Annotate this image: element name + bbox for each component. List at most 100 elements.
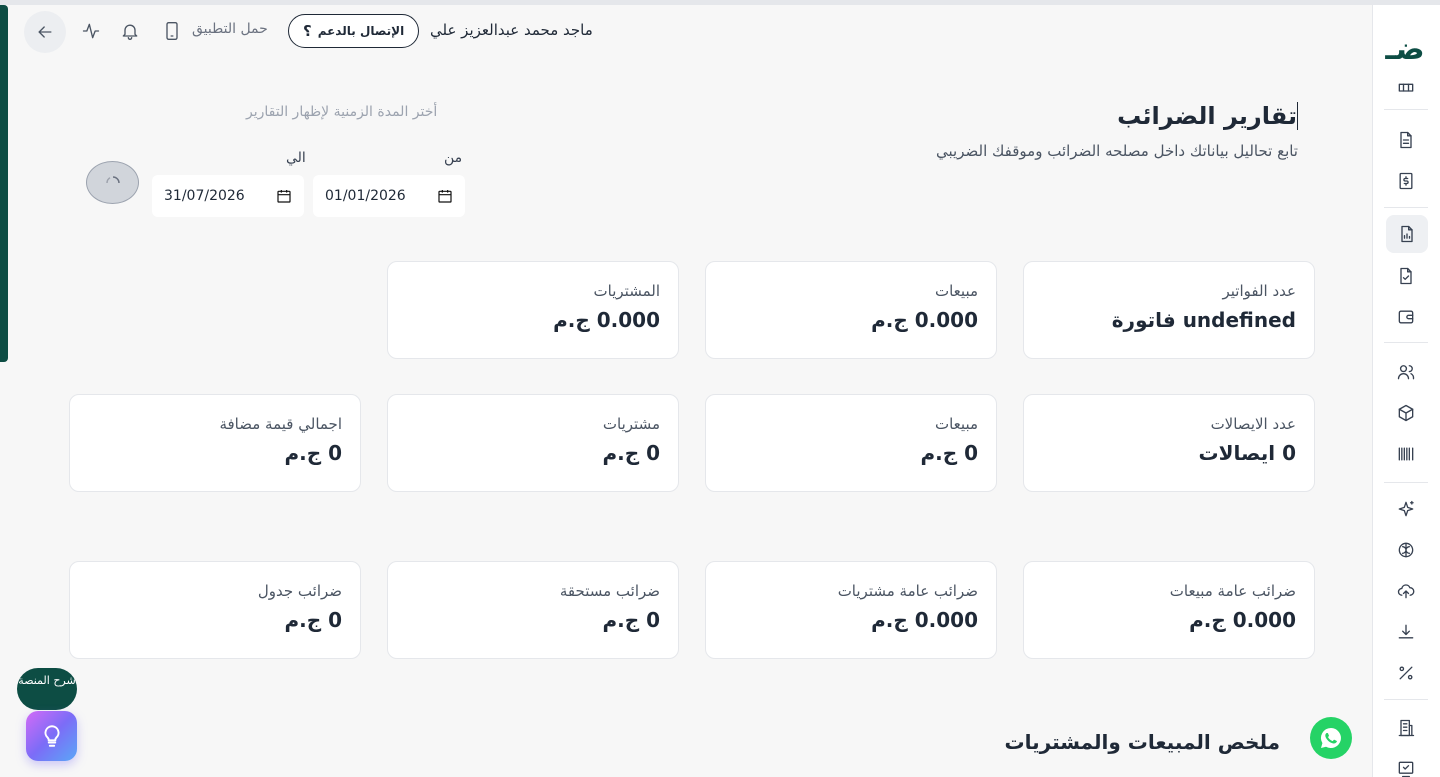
stat-label: المشتريات bbox=[593, 282, 660, 300]
whatsapp-button[interactable] bbox=[1310, 717, 1352, 759]
file-check-icon bbox=[1400, 267, 1412, 285]
sidebar-item-tasks[interactable] bbox=[1394, 757, 1418, 777]
activity-button[interactable] bbox=[79, 19, 103, 43]
rail-divider bbox=[1384, 699, 1428, 700]
report-chart-icon bbox=[1401, 225, 1413, 243]
stat-card: عدد الفواتير undefined فاتورة bbox=[1023, 261, 1315, 359]
stat-card: ضرائب عامة مشتريات 0.000 ج.م bbox=[705, 561, 997, 659]
page-title: تقارير الضرائب bbox=[1117, 102, 1298, 130]
rail-divider bbox=[1384, 482, 1428, 483]
stat-label: ضرائب جدول bbox=[257, 582, 342, 600]
sidebar-item-users[interactable] bbox=[1394, 360, 1418, 384]
submit-button-loading[interactable] bbox=[86, 161, 139, 204]
rail-divider bbox=[1384, 207, 1428, 208]
sidebar-item-tax-reports[interactable] bbox=[1386, 215, 1428, 253]
period-label: أختر المدة الزمنية لإظهار التقارير bbox=[246, 104, 438, 120]
sidebar-item-documents[interactable] bbox=[1394, 128, 1418, 152]
stat-value: 0 ج.م bbox=[920, 441, 978, 465]
invoice-dollar-icon bbox=[1399, 172, 1413, 190]
sidebar-item-companies[interactable] bbox=[1394, 716, 1418, 740]
sparkles-icon bbox=[1398, 500, 1414, 517]
stat-card: ضرائب مستحقة 0 ج.م bbox=[387, 561, 679, 659]
stat-value: 0 ايصالات bbox=[1198, 441, 1296, 465]
calendar-icon[interactable] bbox=[437, 188, 453, 204]
stat-value: undefined فاتورة bbox=[1111, 308, 1296, 332]
stat-label: ضرائب مستحقة bbox=[559, 582, 660, 600]
lightbulb-icon bbox=[44, 725, 59, 747]
stat-label: مبيعات bbox=[934, 282, 978, 300]
sidebar-item-file-check[interactable] bbox=[1394, 264, 1418, 288]
sidebar-item-wallet[interactable] bbox=[1394, 305, 1418, 329]
brain-icon bbox=[1398, 542, 1414, 558]
back-button[interactable] bbox=[24, 11, 66, 53]
bell-icon bbox=[122, 24, 138, 40]
rail-divider bbox=[1384, 342, 1428, 343]
stat-label: مبيعات bbox=[934, 415, 978, 433]
support-label: الإتصال بالدعم bbox=[317, 24, 405, 38]
stat-label: اجمالي قيمة مضافة bbox=[219, 415, 342, 433]
users-icon bbox=[1397, 365, 1415, 380]
sidebar-item-products[interactable] bbox=[1394, 401, 1418, 425]
page-subtitle: تابع تحاليل بياناتك داخل مصلحه الضرائب و… bbox=[936, 142, 1298, 160]
stat-value: 0.000 ج.م bbox=[1189, 608, 1296, 632]
sidebar-item-brain[interactable] bbox=[1394, 538, 1418, 562]
table-icon bbox=[1398, 83, 1414, 92]
stat-card: مبيعات 0 ج.م bbox=[705, 394, 997, 492]
calendar-icon[interactable] bbox=[276, 188, 292, 204]
spinner-icon bbox=[105, 175, 120, 183]
box-icon bbox=[1398, 404, 1414, 422]
building-icon bbox=[1398, 719, 1415, 737]
stat-value: 0.000 ج.م bbox=[871, 608, 978, 632]
sidebar-item-table[interactable] bbox=[1394, 79, 1418, 103]
sidebar-item-upload[interactable] bbox=[1394, 579, 1418, 603]
stat-value: 0 ج.م bbox=[602, 608, 660, 632]
brand-logo[interactable]: ضـ bbox=[1384, 29, 1426, 69]
support-button[interactable]: الإتصال بالدعم ؟ bbox=[288, 14, 420, 48]
from-label: من bbox=[444, 150, 463, 166]
platform-guide-badge[interactable]: شرح المنصة bbox=[17, 668, 77, 710]
summary-title: ملخص المبيعات والمشتريات bbox=[1004, 730, 1280, 754]
question-icon: ؟ bbox=[303, 22, 312, 40]
to-date-value: 31/07/2026 bbox=[164, 188, 245, 204]
whatsapp-icon bbox=[1321, 728, 1341, 748]
phone-icon bbox=[166, 22, 178, 40]
stat-card: مبيعات 0.000 ج.م bbox=[705, 261, 997, 359]
top-bar: حمل التطبيق الإتصال بالدعم ؟ ماجد محمد ع… bbox=[24, 5, 1368, 59]
download-icon bbox=[1398, 624, 1414, 639]
accent-bar bbox=[0, 5, 8, 362]
stat-label: عدد الفواتير bbox=[1222, 282, 1297, 300]
back-arrow-icon bbox=[38, 26, 52, 38]
sidebar-item-barcode[interactable] bbox=[1394, 442, 1418, 466]
phone-button[interactable] bbox=[160, 19, 184, 43]
download-app-link[interactable]: حمل التطبيق bbox=[192, 21, 268, 37]
to-date-input[interactable]: 31/07/2026 bbox=[152, 175, 304, 217]
from-date-value: 01/01/2026 bbox=[325, 188, 406, 204]
sidebar-item-percent[interactable] bbox=[1394, 661, 1418, 685]
stat-label: مشتريات bbox=[602, 415, 660, 433]
idea-button[interactable] bbox=[26, 711, 77, 761]
stat-value: 0.000 ج.م bbox=[553, 308, 660, 332]
stat-card: ضرائب جدول 0 ج.م bbox=[69, 561, 361, 659]
wallet-icon bbox=[1398, 310, 1414, 324]
sidebar-item-invoices[interactable] bbox=[1394, 169, 1418, 193]
stat-card: مشتريات 0 ج.م bbox=[387, 394, 679, 492]
stat-label: ضرائب عامة مبيعات bbox=[1169, 582, 1296, 600]
percent-icon bbox=[1399, 666, 1413, 680]
checklist-icon bbox=[1398, 761, 1414, 777]
stat-card: المشتريات 0.000 ج.م bbox=[387, 261, 679, 359]
sidebar-item-download[interactable] bbox=[1394, 620, 1418, 644]
stat-value: 0 ج.م bbox=[284, 441, 342, 465]
sidebar-item-ai[interactable] bbox=[1394, 497, 1418, 521]
to-label: الي bbox=[286, 150, 306, 166]
stat-label: عدد الايصالات bbox=[1210, 415, 1296, 433]
stat-value: 0.000 ج.م bbox=[871, 308, 978, 332]
from-date-input[interactable]: 01/01/2026 bbox=[313, 175, 465, 217]
activity-icon bbox=[82, 23, 100, 39]
stat-card: ضرائب عامة مبيعات 0.000 ج.م bbox=[1023, 561, 1315, 659]
rail-divider bbox=[1384, 109, 1428, 110]
sidebar-rail: ضـ bbox=[1372, 5, 1440, 777]
notifications-button[interactable] bbox=[118, 19, 142, 43]
stat-value: 0 ج.م bbox=[602, 441, 660, 465]
stat-value: 0 ج.م bbox=[284, 608, 342, 632]
user-name: ماجد محمد عبدالعزيز علي bbox=[430, 21, 593, 39]
